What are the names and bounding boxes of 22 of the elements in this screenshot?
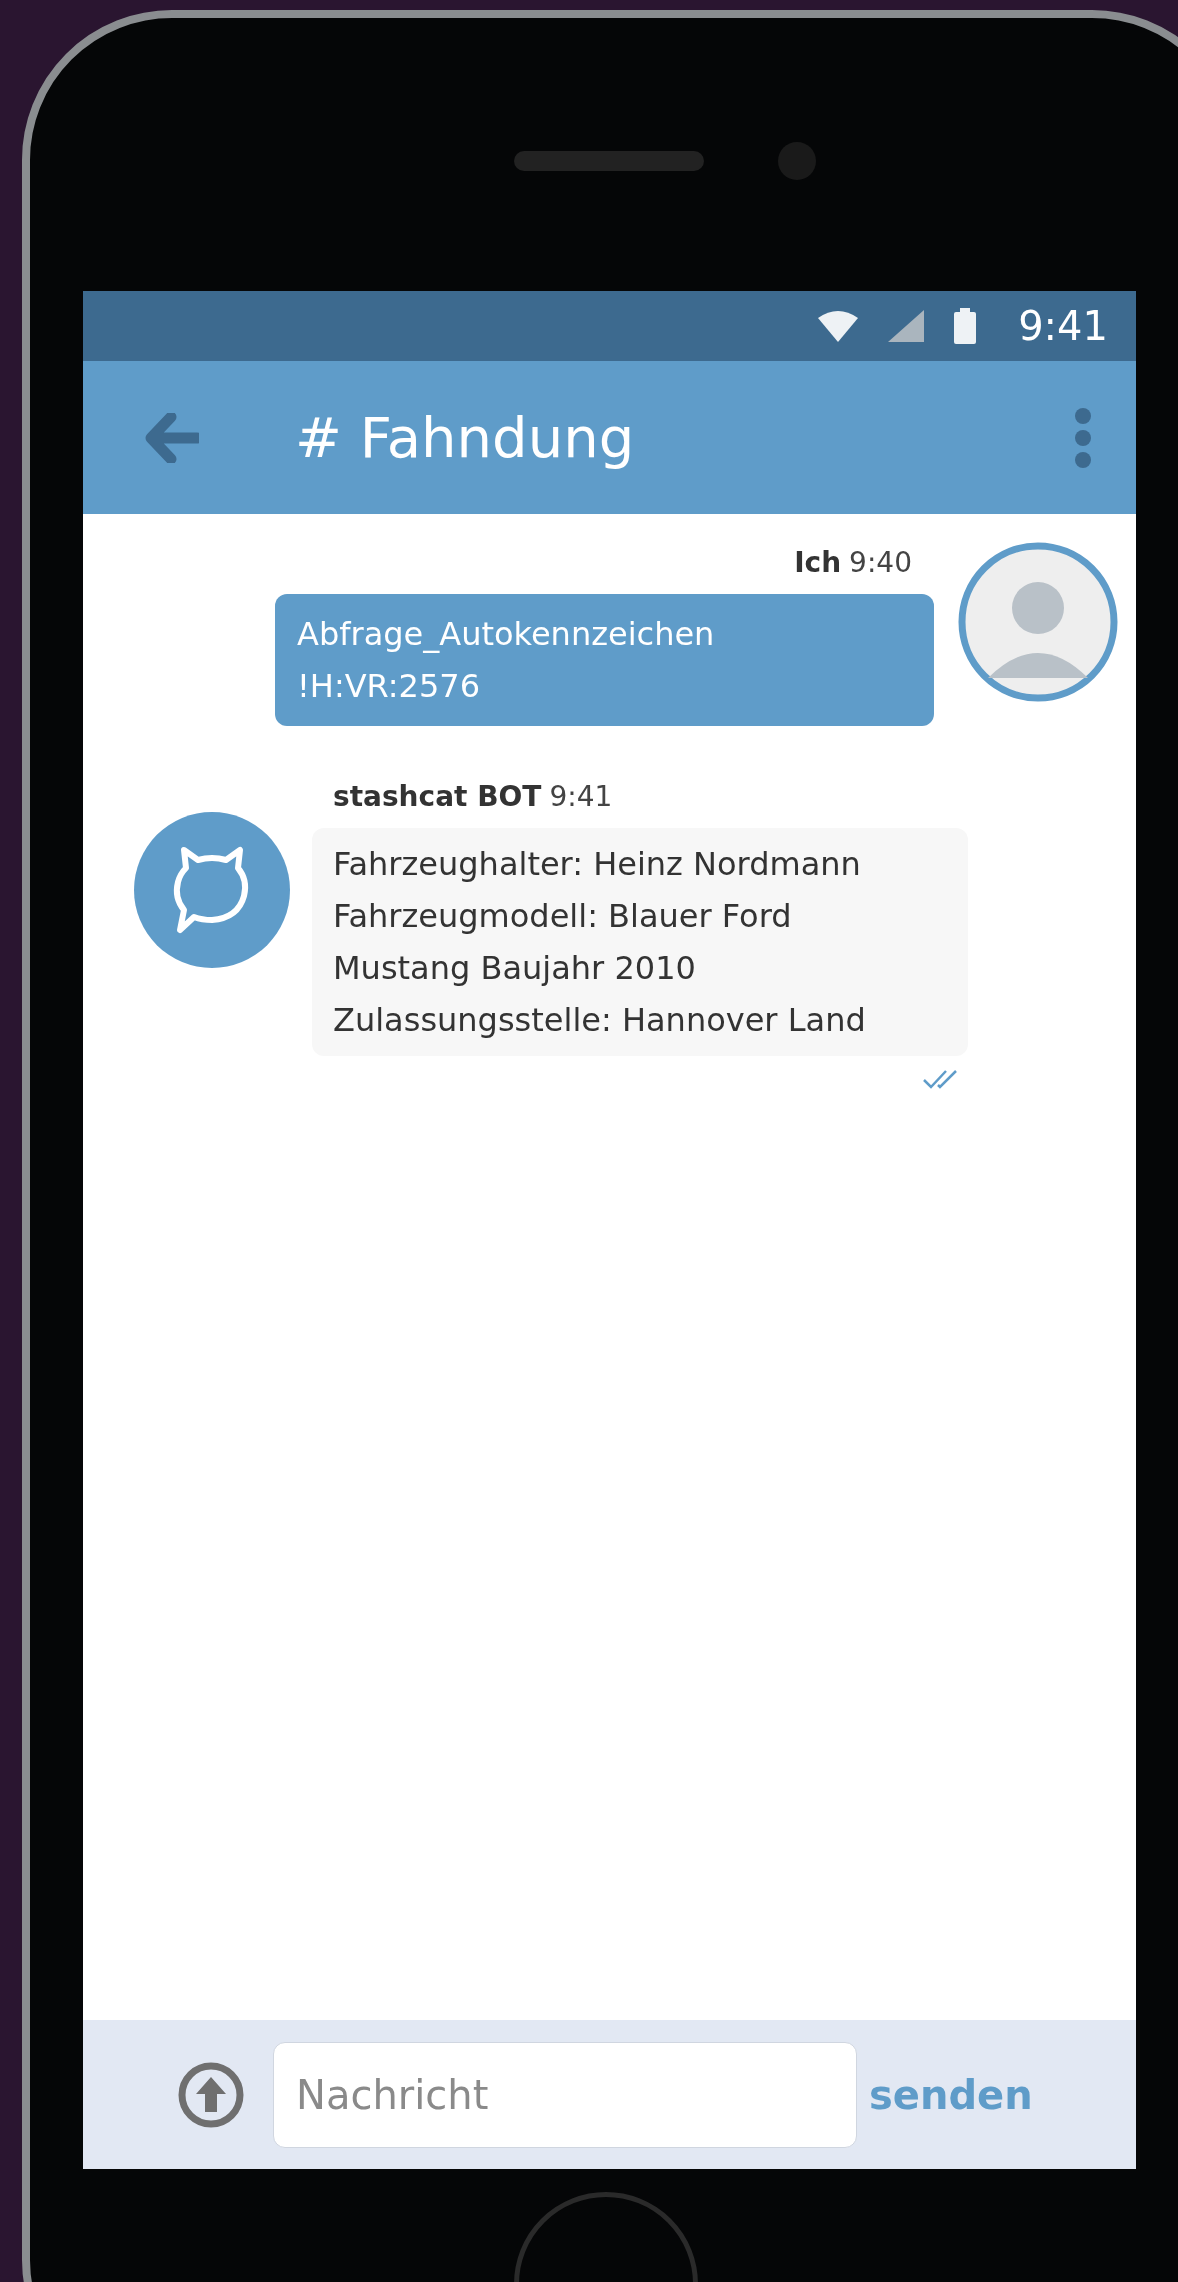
sender-name: Ich (794, 545, 842, 581)
battery-icon (954, 308, 977, 344)
channel-title: # Fahndung (295, 403, 636, 472)
message-text: Zulassungsstelle: Hannover Land (333, 1000, 867, 1041)
message-text: Fahrzeugmodell: Blauer Ford (333, 896, 793, 937)
bot-avatar[interactable] (134, 812, 290, 968)
back-arrow-icon[interactable] (145, 412, 199, 463)
status-time: 9:41 (1018, 302, 1108, 351)
sender-name: stashcat BOT (333, 779, 542, 815)
message-input[interactable]: Nachricht (273, 2041, 857, 2148)
message-time: 9:41 (549, 779, 613, 815)
signal-icon (888, 310, 925, 342)
message-time: 9:40 (849, 545, 912, 581)
message-text: !H:VR:2576 (297, 666, 482, 707)
message-text: Fahrzeughalter: Heinz Nordmann (333, 844, 862, 885)
upload-icon[interactable] (178, 2061, 244, 2128)
more-options-icon[interactable] (1074, 406, 1092, 469)
message-text: Abfrage_Autokennzeichen (297, 614, 716, 655)
wifi-icon (818, 310, 859, 342)
send-button[interactable]: senden (869, 2064, 1033, 2125)
message-text: Mustang Baujahr 2010 (333, 948, 697, 989)
user-avatar[interactable] (958, 542, 1118, 702)
